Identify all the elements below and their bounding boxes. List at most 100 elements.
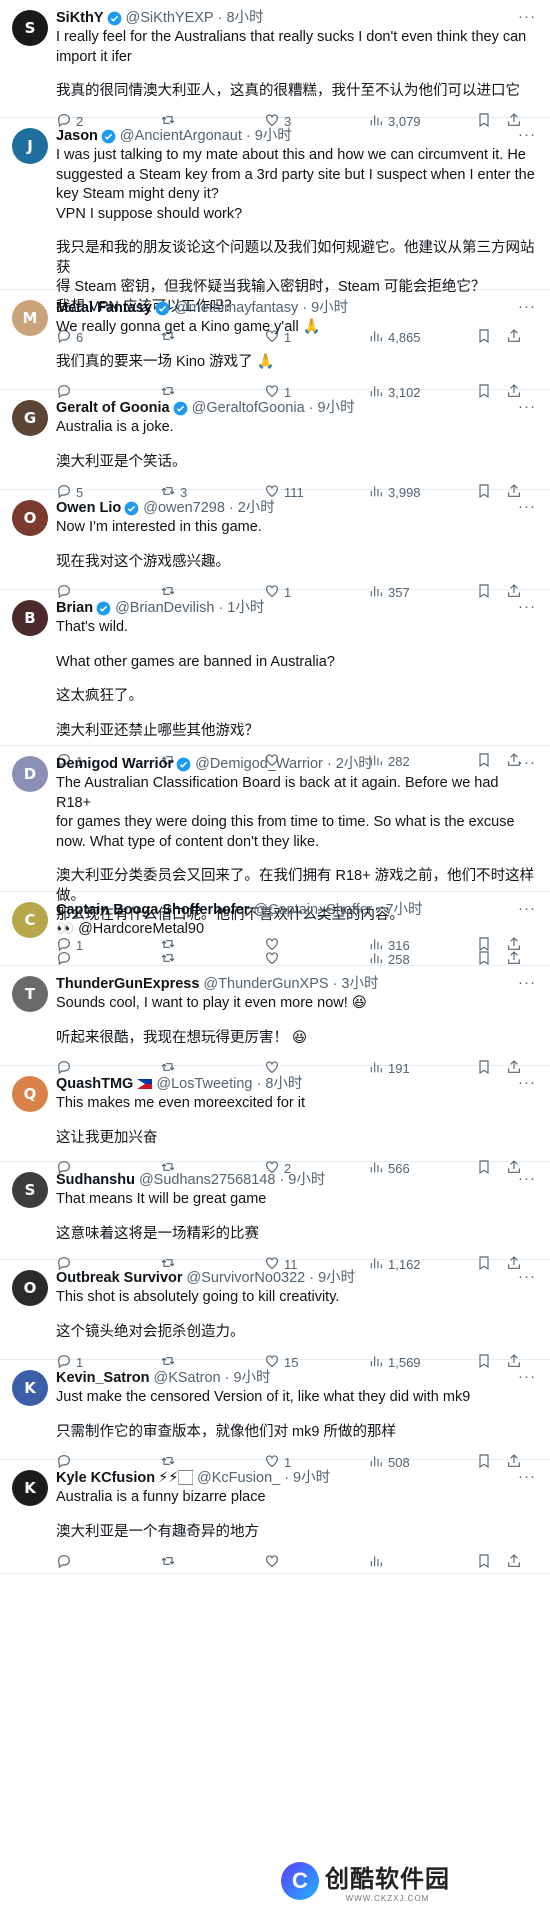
tweet-reply[interactable]: D Demigod Warrior @Demigod_Warrior · 2小时… bbox=[0, 746, 550, 953]
user-handle[interactable]: @SurvivorNo0322 bbox=[187, 1268, 306, 1288]
like-button[interactable] bbox=[264, 1553, 368, 1572]
timestamp[interactable]: · 2小时 bbox=[327, 754, 373, 774]
display-name[interactable]: Captain Booga Shofferhofer bbox=[56, 900, 249, 920]
tweet-text-line: That means It will be great game bbox=[56, 1191, 267, 1207]
display-name[interactable]: Sudhanshu bbox=[56, 1170, 135, 1190]
avatar[interactable]: O bbox=[12, 1270, 48, 1306]
tweet-reply[interactable]: J Jason @AncientArgonaut · 9小时 ··· I was… bbox=[0, 118, 550, 345]
share-button[interactable] bbox=[506, 1553, 526, 1572]
more-options-icon[interactable]: ··· bbox=[518, 1074, 536, 1091]
more-options-icon[interactable]: ··· bbox=[518, 900, 536, 917]
avatar[interactable]: K bbox=[12, 1370, 48, 1406]
more-options-icon[interactable]: ··· bbox=[518, 298, 536, 315]
avatar[interactable]: B bbox=[12, 600, 48, 636]
user-handle[interactable]: @KcFusion_ bbox=[197, 1468, 280, 1488]
more-options-icon[interactable]: ··· bbox=[518, 1268, 536, 1285]
tweet-reply[interactable]: C Captain Booga Shofferhofer @Captain_Sh… bbox=[0, 892, 550, 967]
display-name[interactable]: SiKthY bbox=[56, 8, 104, 28]
timestamp[interactable]: · 7小时 bbox=[377, 900, 423, 920]
avatar[interactable]: C bbox=[12, 902, 48, 938]
display-name[interactable]: Geralt of Goonia bbox=[56, 398, 170, 418]
user-handle[interactable]: @AncientArgonaut bbox=[120, 126, 242, 146]
tweet-body: We really gonna get a Kino game y'all 🙏 我… bbox=[56, 318, 536, 372]
avatar[interactable]: S bbox=[12, 10, 48, 46]
more-options-icon[interactable]: ··· bbox=[518, 8, 536, 25]
more-options-icon[interactable]: ··· bbox=[518, 398, 536, 415]
avatar[interactable]: K bbox=[12, 1470, 48, 1506]
display-name[interactable]: Kevin_Satron bbox=[56, 1368, 149, 1388]
tweet-header: SiKthY @SiKthYEXP · 8小时 bbox=[56, 8, 536, 28]
user-handle[interactable]: @ThunderGunXPS bbox=[203, 974, 328, 994]
avatar[interactable]: M bbox=[12, 300, 48, 336]
action-bar bbox=[56, 1542, 536, 1582]
reply-button[interactable] bbox=[56, 1553, 160, 1572]
more-options-icon[interactable]: ··· bbox=[518, 754, 536, 771]
display-name[interactable]: Jason bbox=[56, 126, 98, 146]
user-handle[interactable]: @KSatron bbox=[153, 1368, 220, 1388]
timestamp[interactable]: · 9小时 bbox=[284, 1468, 330, 1488]
tweet-reply[interactable]: M Metal Fantasy @metalmayfantasy · 9小时 ·… bbox=[0, 290, 550, 400]
avatar[interactable]: Q bbox=[12, 1076, 48, 1112]
retweet-button[interactable] bbox=[160, 1553, 264, 1572]
avatar[interactable]: G bbox=[12, 400, 48, 436]
tweet-reply[interactable]: O Outbreak Survivor @SurvivorNo0322 · 9小… bbox=[0, 1260, 550, 1370]
tweet-reply[interactable]: S SiKthY @SiKthYEXP · 8小时 ··· I really f… bbox=[0, 0, 550, 129]
more-options-icon[interactable]: ··· bbox=[518, 1170, 536, 1187]
timestamp[interactable]: · 2小时 bbox=[229, 498, 275, 518]
more-options-icon[interactable]: ··· bbox=[518, 498, 536, 515]
tweet-reply[interactable]: O Owen Lio @owen7298 · 2小时 ··· Now I'm i… bbox=[0, 490, 550, 600]
avatar[interactable]: D bbox=[12, 756, 48, 792]
more-options-icon[interactable]: ··· bbox=[518, 598, 536, 615]
more-options-icon[interactable]: ··· bbox=[518, 1368, 536, 1385]
user-handle[interactable]: @Captain_Shoffer bbox=[253, 900, 372, 920]
tweet-reply[interactable]: T ThunderGunExpress @ThunderGunXPS · 3小时… bbox=[0, 966, 550, 1076]
user-handle[interactable]: @Sudhans27568148 bbox=[139, 1170, 275, 1190]
tweet-reply[interactable]: K Kyle KCfusion ⚡⚡🏻 @KcFusion_ · 9小时 ···… bbox=[0, 1460, 550, 1574]
tweet-reply[interactable]: K Kevin_Satron @KSatron · 9小时 ··· Just m… bbox=[0, 1360, 550, 1470]
timestamp[interactable]: · 9小时 bbox=[309, 398, 355, 418]
timestamp[interactable]: · 1小时 bbox=[218, 598, 264, 618]
views-button[interactable] bbox=[368, 1553, 476, 1572]
tweet-reply[interactable]: G Geralt of Goonia @GeraltofGoonia · 9小时… bbox=[0, 390, 550, 500]
more-options-icon[interactable]: ··· bbox=[518, 1468, 536, 1485]
display-name[interactable]: Owen Lio bbox=[56, 498, 121, 518]
avatar[interactable]: J bbox=[12, 128, 48, 164]
tweet-text-line: import it ifer bbox=[56, 48, 132, 65]
avatar[interactable]: S bbox=[12, 1172, 48, 1208]
display-name[interactable]: Outbreak Survivor bbox=[56, 1268, 183, 1288]
timestamp[interactable]: · 8小时 bbox=[218, 8, 264, 28]
display-name[interactable]: Kyle KCfusion bbox=[56, 1468, 155, 1488]
views-chart-icon bbox=[368, 1553, 384, 1572]
user-handle[interactable]: @owen7298 bbox=[143, 498, 225, 518]
more-options-icon[interactable]: ··· bbox=[518, 974, 536, 991]
timestamp[interactable]: · 9小时 bbox=[225, 1368, 271, 1388]
tweet-body: This shot is absolutely going to kill cr… bbox=[56, 1288, 536, 1342]
avatar[interactable]: T bbox=[12, 976, 48, 1012]
timestamp[interactable]: · 9小时 bbox=[246, 126, 292, 146]
timestamp[interactable]: · 9小时 bbox=[279, 1170, 325, 1190]
timestamp[interactable]: · 8小时 bbox=[256, 1074, 302, 1094]
display-name[interactable]: Demigod Warrior bbox=[56, 754, 173, 774]
user-handle[interactable]: @SiKthYEXP bbox=[126, 8, 214, 28]
timestamp[interactable]: · 3小时 bbox=[333, 974, 379, 994]
display-name[interactable]: ThunderGunExpress bbox=[56, 974, 199, 994]
timestamp[interactable]: · 9小时 bbox=[309, 1268, 355, 1288]
timestamp[interactable]: · 9小时 bbox=[302, 298, 348, 318]
user-handle[interactable]: @GeraltofGoonia bbox=[192, 398, 305, 418]
user-handle[interactable]: @BrianDevilish bbox=[115, 598, 214, 618]
display-name[interactable]: QuashTMG bbox=[56, 1074, 133, 1094]
verified-badge-icon bbox=[173, 401, 188, 416]
tweet-reply[interactable]: S Sudhanshu @Sudhans27568148 · 9小时 ··· T… bbox=[0, 1162, 550, 1272]
more-options-icon[interactable]: ··· bbox=[518, 126, 536, 143]
user-handle[interactable]: @metalmayfantasy bbox=[174, 298, 298, 318]
display-name[interactable]: Brian bbox=[56, 598, 93, 618]
display-name[interactable]: Metal Fantasy bbox=[56, 298, 152, 318]
bookmark-button[interactable] bbox=[476, 1553, 506, 1572]
avatar[interactable]: O bbox=[12, 500, 48, 536]
tweet-reply[interactable]: B Brian @BrianDevilish · 1小时 ··· That's … bbox=[0, 590, 550, 769]
tweet-reply[interactable]: Q QuashTMG @LosTweeting · 8小时 ··· This m… bbox=[0, 1066, 550, 1176]
user-handle[interactable]: @LosTweeting bbox=[156, 1074, 252, 1094]
user-handle[interactable]: @Demigod_Warrior bbox=[195, 754, 323, 774]
